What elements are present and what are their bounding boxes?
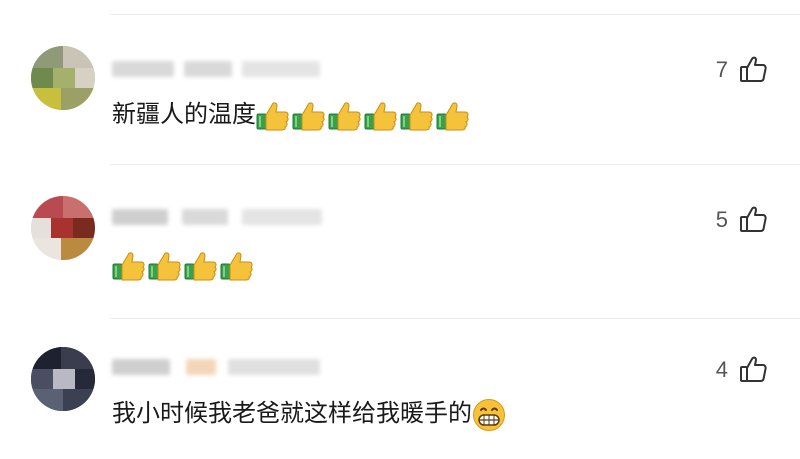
like-count: 7 [715, 57, 728, 82]
comment-divider [110, 318, 800, 319]
avatar[interactable] [31, 196, 95, 260]
comment-body: 我小时候我老爸就这样给我暖手的 [112, 399, 472, 427]
avatar[interactable] [31, 46, 95, 110]
grinning-face-emoji-icon [473, 398, 505, 431]
thumbs-up-emoji-icon [184, 252, 217, 281]
comment-text: 我小时候我老爸就这样给我暖手的 [112, 396, 506, 432]
comment-divider [110, 164, 800, 165]
like-button[interactable]: 5 [716, 205, 768, 235]
thumbs-up-emoji-icon [364, 102, 397, 131]
thumbs-up-emoji-icon [112, 252, 145, 281]
username-blurred[interactable] [112, 206, 332, 228]
thumbs-up-emoji-icon [220, 252, 253, 281]
like-count: 5 [715, 207, 728, 232]
comment-text: 新疆人的温度 [112, 97, 472, 132]
like-count: 4 [715, 357, 728, 382]
like-button[interactable]: 7 [716, 55, 768, 85]
comment-body: 新疆人的温度 [112, 100, 256, 128]
emoji-run [112, 248, 256, 282]
thumbs-up-outline-icon [740, 206, 767, 232]
emoji-run [256, 98, 472, 132]
thumbs-up-outline-icon [740, 356, 767, 382]
thumbs-up-emoji-icon [328, 102, 361, 131]
thumbs-up-emoji-icon [400, 102, 433, 131]
thumbs-up-emoji-icon [292, 102, 325, 131]
username-blurred[interactable] [112, 356, 332, 378]
thumbs-up-emoji-icon [436, 102, 469, 131]
comment-text [112, 247, 256, 282]
avatar[interactable] [31, 347, 95, 411]
emoji-run [472, 397, 506, 432]
thumbs-up-emoji-icon [148, 252, 181, 281]
username-blurred[interactable] [112, 58, 332, 80]
thumbs-up-outline-icon [740, 56, 767, 82]
thumbs-up-emoji-icon [256, 102, 289, 131]
like-button[interactable]: 4 [716, 355, 768, 385]
top-divider [110, 14, 800, 15]
